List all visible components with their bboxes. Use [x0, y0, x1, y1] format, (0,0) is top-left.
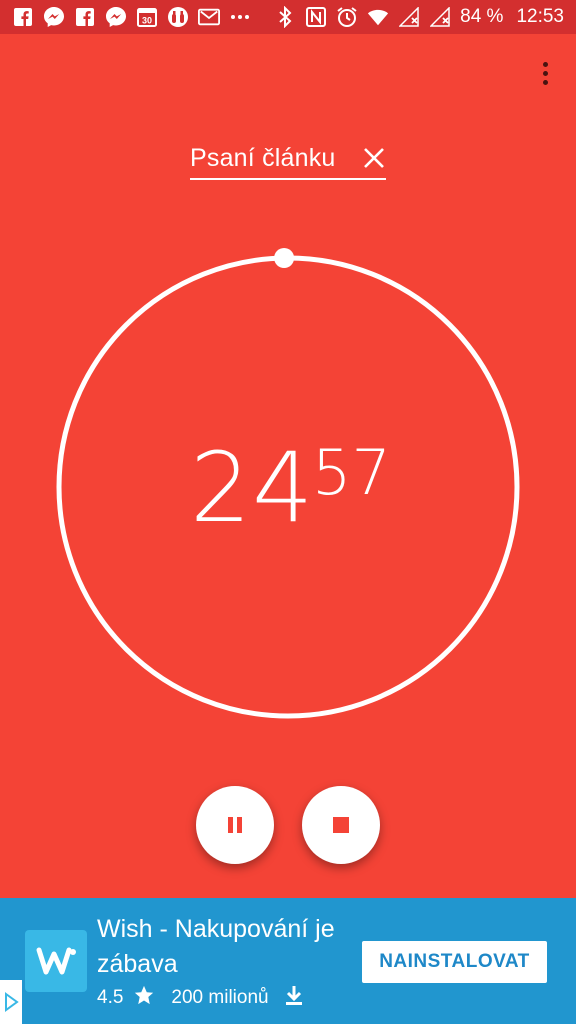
ad-downloads: 200 milionů	[171, 987, 269, 1008]
adchoices-button[interactable]	[0, 980, 22, 1024]
wish-logo-icon	[36, 947, 76, 975]
star-icon	[133, 984, 155, 1012]
progress-knob[interactable]	[274, 248, 295, 268]
ad-rating: 4.5	[97, 987, 124, 1008]
ad-meta: 4.5 200 milionů	[97, 984, 305, 1012]
pause-button[interactable]	[196, 786, 274, 864]
adchoices-icon	[5, 992, 19, 1012]
install-button[interactable]: NAINSTALOVAT	[362, 941, 547, 983]
download-icon	[283, 984, 305, 1012]
progress-ring	[56, 255, 520, 719]
ad-title[interactable]: Wish - Nakupování je zábava	[97, 912, 347, 982]
wish-logo[interactable]	[25, 930, 87, 992]
pause-icon	[228, 817, 242, 833]
stop-button[interactable]	[302, 786, 380, 864]
timer-ring	[56, 248, 520, 719]
stop-icon	[333, 817, 349, 833]
